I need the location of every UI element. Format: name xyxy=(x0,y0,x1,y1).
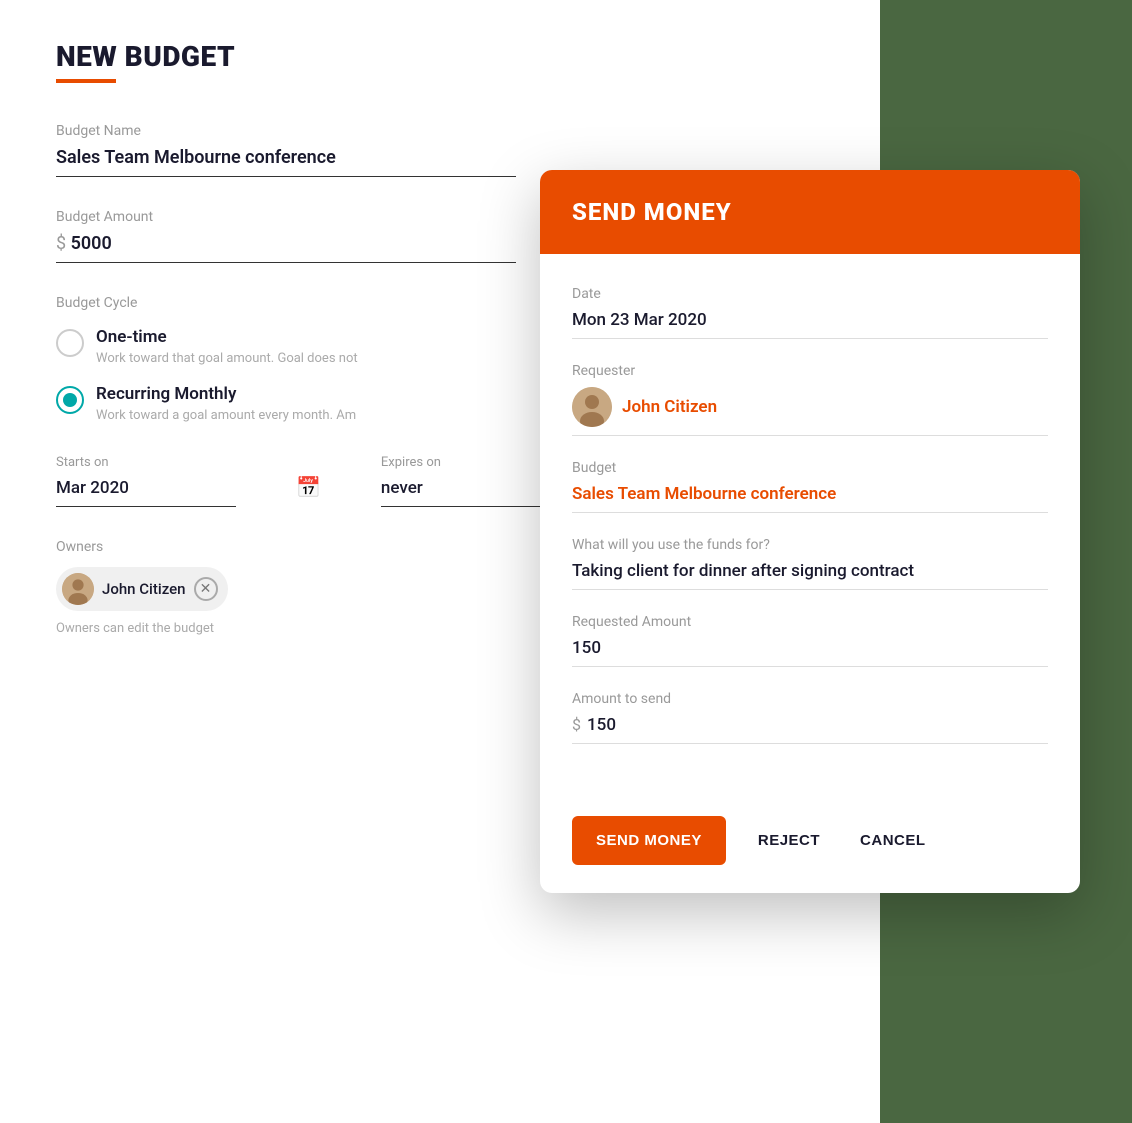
modal-requester-label: Requester xyxy=(572,363,1048,379)
requester-avatar xyxy=(572,387,612,427)
modal-date-field: Date Mon 23 Mar 2020 xyxy=(572,286,1048,339)
budget-name-value[interactable]: Sales Team Melbourne conference xyxy=(56,147,516,177)
recurring-desc: Work toward a goal amount every month. A… xyxy=(96,408,356,423)
owner-avatar-image xyxy=(62,573,94,605)
modal-requester-field: Requester John Citizen xyxy=(572,363,1048,436)
requester-name: John Citizen xyxy=(622,397,717,417)
requester-avatar-image xyxy=(572,387,612,427)
modal-funds-label: What will you use the funds for? xyxy=(572,537,1048,553)
one-time-label: One-time xyxy=(96,327,358,347)
starts-on-label: Starts on xyxy=(56,455,236,470)
radio-circle-one-time xyxy=(56,329,84,357)
starts-on-value[interactable]: Mar 2020 xyxy=(56,478,236,507)
one-time-desc: Work toward that goal amount. Goal does … xyxy=(96,351,358,366)
modal-amount-to-send-label: Amount to send xyxy=(572,691,1048,707)
title-underline xyxy=(56,79,116,83)
amount-send-row: $ 150 xyxy=(572,715,1048,744)
modal-requested-amount-value: 150 xyxy=(572,638,1048,667)
modal-budget-value: Sales Team Melbourne conference xyxy=(572,484,1048,513)
owner-name: John Citizen xyxy=(102,580,186,598)
page-title: NEW BUDGET xyxy=(56,40,804,73)
expires-on-label: Expires on xyxy=(381,455,561,470)
owner-remove-button[interactable]: ✕ xyxy=(194,577,218,601)
modal-amount-to-send-field: Amount to send $ 150 xyxy=(572,691,1048,744)
modal-budget-field: Budget Sales Team Melbourne conference xyxy=(572,460,1048,513)
modal-funds-value: Taking client for dinner after signing c… xyxy=(572,561,1048,590)
budget-name-group: Budget Name Sales Team Melbourne confere… xyxy=(56,123,804,177)
modal-requested-amount-field: Requested Amount 150 xyxy=(572,614,1048,667)
cancel-button[interactable]: CANCEL xyxy=(852,816,934,865)
modal-title: SEND MONEY xyxy=(572,198,1048,226)
modal-budget-label: Budget xyxy=(572,460,1048,476)
send-money-button[interactable]: SEND MONEY xyxy=(572,816,726,865)
modal-requested-amount-label: Requested Amount xyxy=(572,614,1048,630)
calendar-icon[interactable]: 📅 xyxy=(296,475,321,499)
recurring-label: Recurring Monthly xyxy=(96,384,356,404)
amount-to-send-value[interactable]: 150 xyxy=(587,715,616,735)
modal-date-label: Date xyxy=(572,286,1048,302)
modal-funds-field: What will you use the funds for? Taking … xyxy=(572,537,1048,590)
send-money-modal: SEND MONEY Date Mon 23 Mar 2020 Requeste… xyxy=(540,170,1080,893)
modal-date-value: Mon 23 Mar 2020 xyxy=(572,310,1048,339)
reject-button[interactable]: REJECT xyxy=(750,816,828,865)
budget-name-label: Budget Name xyxy=(56,123,804,139)
owner-chip: John Citizen ✕ xyxy=(56,567,228,611)
expires-on-field: Expires on never xyxy=(381,455,561,507)
modal-header: SEND MONEY xyxy=(540,170,1080,254)
modal-footer: SEND MONEY REJECT CANCEL xyxy=(540,796,1080,893)
radio-circle-recurring xyxy=(56,386,84,414)
starts-on-field: Starts on Mar 2020 xyxy=(56,455,236,507)
budget-amount-value[interactable]: 5000 xyxy=(56,233,516,263)
expires-on-value[interactable]: never xyxy=(381,478,561,507)
amount-dollar-sign: $ xyxy=(572,715,581,734)
modal-body: Date Mon 23 Mar 2020 Requester John Citi… xyxy=(540,254,1080,796)
owner-avatar xyxy=(62,573,94,605)
requester-row: John Citizen xyxy=(572,387,1048,436)
